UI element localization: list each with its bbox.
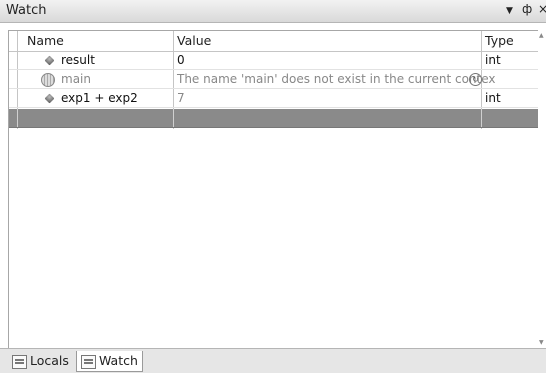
tab-locals[interactable]: Locals	[8, 351, 73, 371]
watch-row[interactable]: exp1 + exp2 7 int	[9, 90, 538, 108]
grid-header: Name Value Type	[9, 31, 538, 52]
column-header-value[interactable]: Value	[177, 33, 211, 48]
field-diamond-icon	[44, 93, 55, 104]
watch-window: Watch ▼ ф × Name Value Type result 0 int…	[0, 0, 546, 373]
scroll-down-arrow-icon[interactable]: ▼	[539, 339, 544, 346]
tab-label: Watch	[99, 353, 138, 368]
column-divider	[173, 109, 174, 127]
watch-grid[interactable]: Name Value Type result 0 int main The na…	[8, 30, 540, 350]
watch-type: int	[485, 91, 501, 105]
watch-window-icon	[81, 355, 96, 369]
pin-icon[interactable]: ф	[522, 2, 532, 16]
locals-window-icon	[12, 355, 27, 369]
column-divider	[481, 109, 482, 127]
window-title: Watch	[6, 3, 47, 18]
tab-label: Locals	[30, 353, 69, 368]
new-watch-row-selected[interactable]	[9, 109, 538, 128]
globe-icon	[41, 73, 55, 87]
tab-strip: Locals Watch	[0, 348, 546, 373]
column-header-type[interactable]: Type	[485, 33, 514, 48]
watch-value[interactable]: The name 'main' does not exist in the cu…	[177, 72, 496, 86]
close-icon[interactable]: ×	[538, 2, 546, 16]
watch-type: int	[485, 53, 501, 67]
watch-value[interactable]: 0	[177, 53, 185, 67]
title-bar: Watch ▼ ф ×	[0, 0, 546, 23]
scroll-up-arrow-icon[interactable]: ▲	[539, 32, 544, 39]
vertical-scrollbar[interactable]: ▲ ▼	[538, 30, 546, 348]
refresh-icon[interactable]: ↻	[469, 73, 482, 86]
watch-row[interactable]: main The name 'main' does not exist in t…	[9, 71, 538, 89]
column-divider	[17, 109, 18, 127]
tab-watch[interactable]: Watch	[76, 351, 143, 372]
watch-value[interactable]: 7	[177, 91, 185, 105]
window-position-dropdown-icon[interactable]: ▼	[506, 6, 513, 16]
field-diamond-icon	[44, 55, 55, 66]
watch-name[interactable]: main	[61, 72, 91, 86]
watch-name[interactable]: exp1 + exp2	[61, 91, 138, 105]
watch-name[interactable]: result	[61, 53, 95, 67]
watch-row[interactable]: result 0 int	[9, 52, 538, 70]
column-header-name[interactable]: Name	[27, 33, 64, 48]
